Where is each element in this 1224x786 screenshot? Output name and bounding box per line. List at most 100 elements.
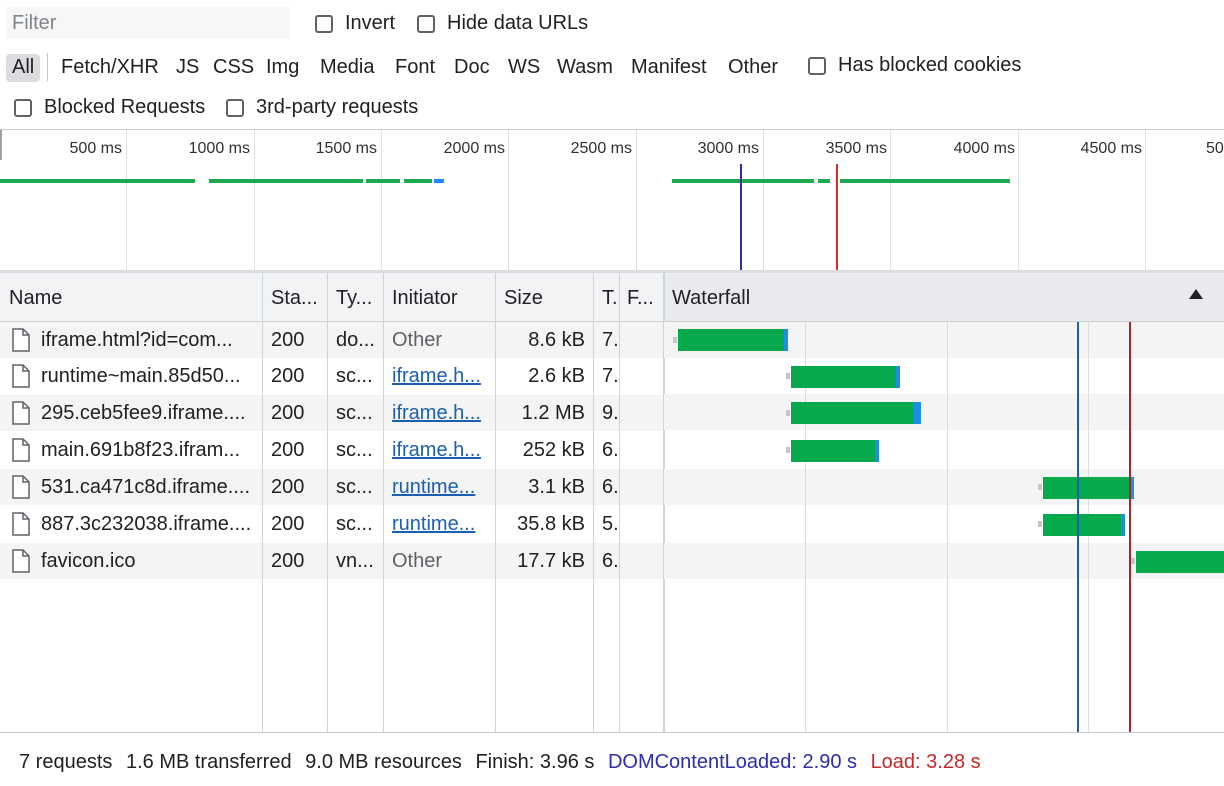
request-time: 6. — [602, 439, 618, 461]
has-blocked-cookies-checkbox-box[interactable] — [808, 56, 826, 75]
overview-request-bar — [0, 179, 195, 183]
request-initiator[interactable]: iframe.h... — [392, 432, 492, 468]
invert-checkbox[interactable]: Invert — [315, 12, 395, 35]
type-filter-img[interactable]: Img — [266, 54, 299, 82]
column-header-type[interactable]: Ty... — [336, 287, 372, 310]
column-header-time[interactable]: T. — [602, 287, 618, 310]
column-divider — [619, 273, 620, 733]
type-filter-other[interactable]: Other — [728, 54, 778, 82]
type-filter-manifest[interactable]: Manifest — [631, 54, 707, 82]
waterfall-bar[interactable] — [678, 329, 784, 351]
waterfall-bar[interactable] — [791, 366, 896, 388]
waterfall-load-marker — [1129, 322, 1131, 732]
third-party-requests-checkbox-box[interactable] — [226, 98, 244, 117]
hide-data-urls-checkbox-box[interactable] — [417, 14, 435, 33]
type-filter-doc[interactable]: Doc — [454, 54, 490, 82]
waterfall-bar[interactable] — [791, 440, 875, 462]
overview-request-bar — [818, 179, 830, 183]
table-row[interactable]: 531.ca471c8d.iframe.... 200 sc... runtime..… — [0, 469, 663, 505]
blocked-requests-checkbox-box[interactable] — [14, 98, 32, 117]
request-size: 252 kB — [522, 439, 585, 461]
column-header-waterfall[interactable]: Waterfall — [672, 287, 750, 310]
invert-label: Invert — [345, 12, 396, 34]
request-time: 6. — [602, 476, 618, 498]
waterfall-bar[interactable] — [1043, 477, 1131, 499]
table-row[interactable]: iframe.html?id=com... 200 do... Other 8.6 kB… — [0, 322, 663, 358]
request-status: 200 — [271, 329, 305, 351]
request-name: main.691b8f23.ifram... — [41, 439, 240, 461]
waterfall-row — [664, 358, 1224, 394]
overview-tick-label: 3500 ms — [825, 140, 887, 157]
column-header-status[interactable]: Sta... — [271, 287, 318, 310]
request-initiator[interactable]: runtime... — [392, 506, 492, 542]
column-header-size[interactable]: Size — [504, 287, 543, 310]
column-divider — [495, 273, 496, 733]
request-initiator[interactable]: iframe.h... — [392, 395, 492, 431]
request-type: sc... — [336, 365, 373, 387]
overview-gridline — [636, 130, 637, 270]
type-filter-font[interactable]: Font — [395, 54, 435, 82]
type-filter-wasm[interactable]: Wasm — [557, 54, 613, 82]
hide-data-urls-checkbox[interactable]: Hide data URLs — [417, 12, 588, 35]
hide-data-urls-label: Hide data URLs — [447, 12, 589, 34]
table-row[interactable]: 295.ceb5fee9.iframe.... 200 sc... iframe.h.… — [0, 395, 663, 431]
has-blocked-cookies-checkbox[interactable]: Has blocked cookies — [808, 54, 1021, 77]
invert-checkbox-box[interactable] — [315, 14, 333, 33]
type-filter-media[interactable]: Media — [320, 54, 374, 82]
request-status: 200 — [271, 476, 305, 498]
overview-tick-label: 4000 ms — [953, 140, 1015, 157]
overview-tick-label: 3000 ms — [697, 140, 759, 157]
waterfall-queue-bar — [1038, 484, 1042, 490]
type-filter-ws[interactable]: WS — [508, 54, 540, 82]
file-icon — [12, 401, 30, 425]
type-filter-all[interactable]: All — [6, 54, 41, 82]
overview-request-bar — [840, 179, 1010, 183]
column-header-initiator[interactable]: Initiator — [392, 287, 458, 310]
column-header-fulfilled[interactable]: F... — [627, 287, 654, 310]
waterfall-download-bar — [913, 402, 921, 424]
request-status: 200 — [271, 513, 305, 535]
type-filter-js[interactable]: JS — [176, 54, 199, 82]
waterfall-queue-bar — [1038, 521, 1042, 527]
request-initiator[interactable]: runtime... — [392, 469, 492, 505]
overview-gridline — [1018, 130, 1019, 270]
waterfall-bar[interactable] — [1043, 514, 1121, 536]
waterfall-queue-bar — [786, 447, 790, 453]
request-type: sc... — [336, 513, 373, 535]
overview-request-bar — [404, 179, 432, 183]
file-icon — [12, 549, 30, 573]
type-filter-fetch-xhr[interactable]: Fetch/XHR — [61, 54, 159, 82]
has-blocked-cookies-label: Has blocked cookies — [838, 54, 1022, 76]
waterfall-bar[interactable] — [1136, 551, 1224, 573]
table-row[interactable]: 887.3c232038.iframe.... 200 sc... runtime..… — [0, 506, 663, 542]
file-icon — [12, 475, 30, 499]
type-filter-css[interactable]: CSS — [213, 54, 254, 82]
column-divider — [262, 273, 263, 733]
waterfall-queue-bar — [1131, 558, 1135, 564]
overview-request-bar — [434, 179, 444, 183]
overview-request-bar — [366, 179, 400, 183]
status-dom-content-loaded: DOMContentLoaded: 2.90 s — [607, 751, 857, 773]
type-filter-separator — [47, 53, 48, 81]
request-initiator[interactable]: iframe.h... — [392, 358, 492, 394]
column-divider — [593, 273, 594, 733]
third-party-requests-checkbox[interactable]: 3rd-party requests — [226, 96, 418, 119]
waterfall-queue-bar — [786, 410, 790, 416]
sort-ascending-icon[interactable] — [1189, 289, 1203, 299]
filter-input[interactable] — [6, 7, 290, 39]
request-time: 5. — [602, 513, 618, 535]
request-type: do... — [336, 329, 375, 351]
request-name: runtime~main.85d50... — [41, 365, 241, 387]
overview-tick-label: 2500 ms — [570, 140, 632, 157]
blocked-requests-checkbox[interactable]: Blocked Requests — [14, 96, 205, 119]
status-request-count: 7 requests — [19, 751, 113, 773]
request-time: 9. — [602, 402, 618, 424]
column-divider — [383, 273, 384, 733]
table-row[interactable]: main.691b8f23.ifram... 200 sc... iframe.h..… — [0, 432, 663, 468]
blocked-requests-label: Blocked Requests — [44, 96, 206, 118]
table-row[interactable]: favicon.ico 200 vn... Other 17.7 kB 6. — [0, 543, 663, 579]
table-row[interactable]: runtime~main.85d50... 200 sc... iframe.h...… — [0, 358, 663, 394]
overview-tick-label: 4500 ms — [1080, 140, 1142, 157]
column-header-name[interactable]: Name — [9, 287, 62, 310]
waterfall-bar[interactable] — [791, 402, 913, 424]
